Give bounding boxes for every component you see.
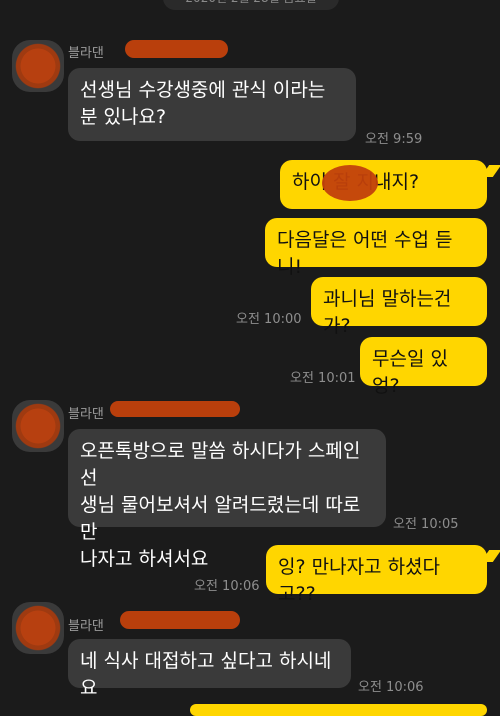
sender-name: 블라댄: [68, 46, 104, 61]
message-bubble-outgoing-partial[interactable]: [190, 704, 487, 716]
message-time: 오전 10:05: [393, 517, 459, 532]
message-time: 오전 10:01: [290, 371, 356, 386]
redaction-scribble: [125, 40, 228, 58]
message-time: 오전 9:59: [365, 132, 423, 147]
date-divider: 2020년 2월 28일 금요일: [163, 0, 339, 10]
message-bubble-incoming[interactable]: 오픈톡방으로 말씀 하시다가 스페인 선 생님 물어보셔서 알려드렸는데 따로 …: [68, 429, 386, 570]
message-bubble-incoming[interactable]: 선생님 수강생중에 관식 이라는 분 있나요?: [68, 68, 356, 141]
redaction-scribble: [110, 401, 240, 417]
avatar[interactable]: [12, 400, 64, 452]
message-bubble-outgoing[interactable]: 다음달은 어떤 수업 듣니!: [265, 218, 487, 278]
message-bubble-outgoing[interactable]: 잉? 만나자고 하셨다고??: [266, 545, 487, 605]
avatar[interactable]: [12, 602, 64, 654]
redacted-avatar: [12, 40, 64, 92]
avatar[interactable]: [12, 40, 64, 92]
redaction-scribble: [120, 611, 240, 629]
redacted-avatar: [12, 602, 64, 654]
message-bubble-outgoing[interactable]: 무슨일 있엉?: [360, 337, 487, 397]
sender-name: 블라댄: [68, 619, 104, 634]
redaction-scribble: [322, 165, 378, 201]
redacted-avatar: [12, 400, 64, 452]
sender-name: 블라댄: [68, 407, 104, 422]
message-time: 오전 10:00: [236, 312, 302, 327]
message-bubble-outgoing[interactable]: 하이 잘 지내지?: [280, 160, 487, 209]
message-bubble-incoming[interactable]: 네 식사 대접하고 싶다고 하시네요: [68, 639, 351, 699]
message-time: 오전 10:06: [194, 579, 260, 594]
message-time: 오전 10:06: [358, 680, 424, 695]
message-bubble-outgoing[interactable]: 과니님 말하는건가?: [311, 277, 487, 337]
